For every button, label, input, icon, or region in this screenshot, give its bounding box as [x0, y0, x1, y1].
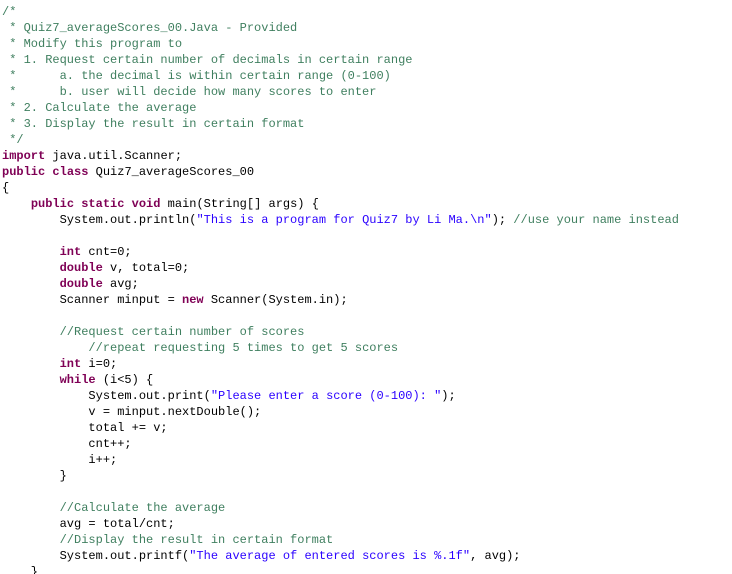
comment-inline: //use your name instead — [513, 213, 679, 227]
keyword-while: while — [60, 373, 96, 387]
code-text: cnt++; — [2, 437, 132, 451]
comment-line: //Calculate the average — [60, 501, 226, 515]
comment-line: //Request certain number of scores — [60, 325, 305, 339]
comment-line: * 2. Calculate the average — [2, 101, 196, 115]
keyword-int: int — [60, 357, 82, 371]
brace-close: } — [2, 469, 67, 483]
keyword-double: double — [60, 277, 103, 291]
code-text: total += v; — [2, 421, 168, 435]
brace-close: } — [2, 565, 38, 574]
var-decl: cnt=0; — [81, 245, 131, 259]
class-name: Quiz7_averageScores_00 — [88, 165, 254, 179]
java-source-code: /* * Quiz7_averageScores_00.Java - Provi… — [0, 0, 732, 574]
comment-line: //repeat requesting 5 times to get 5 sco… — [88, 341, 398, 355]
code-text: Scanner minput = — [2, 293, 182, 307]
while-condition: (i<5) { — [96, 373, 154, 387]
keyword-public: public — [31, 197, 74, 211]
code-text: v = minput.nextDouble(); — [2, 405, 261, 419]
string-literal: "This is a program for Quiz7 by Li Ma.\n… — [196, 213, 491, 227]
keyword-void: void — [132, 197, 161, 211]
code-text: System.out.print( — [2, 389, 211, 403]
string-literal: "The average of entered scores is %.1f" — [189, 549, 470, 563]
code-text: , avg); — [470, 549, 520, 563]
comment-line: //Display the result in certain format — [60, 533, 334, 547]
keyword-class: class — [52, 165, 88, 179]
main-signature: main(String[] args) { — [160, 197, 318, 211]
keyword-double: double — [60, 261, 103, 275]
comment-line: */ — [2, 133, 24, 147]
comment-line: * a. the decimal is within certain range… — [2, 69, 391, 83]
keyword-new: new — [182, 293, 204, 307]
import-statement: java.util.Scanner; — [45, 149, 182, 163]
code-text: avg = total/cnt; — [2, 517, 175, 531]
keyword-static: static — [81, 197, 124, 211]
keyword-public: public — [2, 165, 45, 179]
comment-line: * b. user will decide how many scores to… — [2, 85, 376, 99]
comment-line: /* — [2, 5, 16, 19]
comment-line: * Modify this program to — [2, 37, 182, 51]
code-text: System.out.printf( — [2, 549, 189, 563]
code-text: i++; — [2, 453, 117, 467]
comment-line: * 1. Request certain number of decimals … — [2, 53, 412, 67]
var-decl: i=0; — [81, 357, 117, 371]
code-text: Scanner(System.in); — [204, 293, 348, 307]
code-text: ); — [441, 389, 455, 403]
var-decl: avg; — [103, 277, 139, 291]
brace-open: { — [2, 181, 9, 195]
comment-line: * 3. Display the result in certain forma… — [2, 117, 304, 131]
keyword-int: int — [60, 245, 82, 259]
code-text: ); — [492, 213, 514, 227]
keyword-import: import — [2, 149, 45, 163]
code-text: System.out.println( — [2, 213, 196, 227]
var-decl: v, total=0; — [103, 261, 189, 275]
string-literal: "Please enter a score (0-100): " — [211, 389, 441, 403]
comment-line: * Quiz7_averageScores_00.Java - Provided — [2, 21, 297, 35]
